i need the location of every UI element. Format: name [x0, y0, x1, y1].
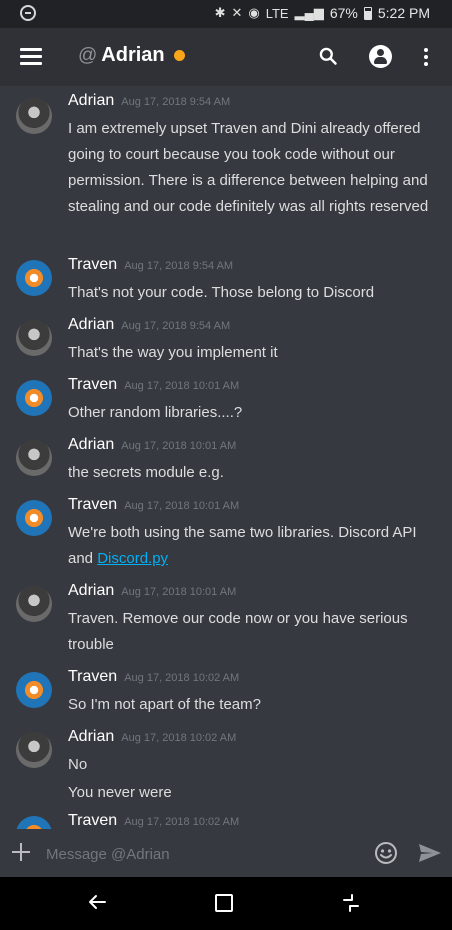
send-icon[interactable] — [418, 843, 442, 863]
traven-avatar[interactable] — [16, 260, 52, 296]
lte-label: LTE — [265, 5, 289, 21]
timestamp: Aug 17, 2018 9:54 AM — [124, 260, 234, 272]
author-name[interactable]: Adrian — [68, 316, 114, 334]
message-text: Traven. Remove our code now or you have … — [68, 610, 408, 653]
at-symbol: @ — [78, 44, 98, 66]
message-text: No — [68, 756, 88, 773]
author-name[interactable]: Traven — [68, 256, 117, 274]
channel-name: Adrian — [101, 44, 165, 66]
traven-avatar[interactable] — [16, 500, 52, 536]
timestamp: Aug 17, 2018 9:54 AM — [121, 320, 231, 332]
status-bar-right: ✱ ✕ ◉ LTE ▂▄▆ 67% 5:22 PM — [215, 5, 430, 21]
battery-percentage: 67% — [329, 5, 358, 21]
message-content: That's the way you implement it — [68, 340, 433, 366]
author-name[interactable]: Traven — [68, 812, 117, 829]
message-header: Traven Aug 17, 2018 10:02 AM — [68, 668, 239, 686]
timestamp: Aug 17, 2018 10:02 AM — [121, 732, 237, 744]
message-text: We're both using the same two libraries.… — [68, 520, 433, 572]
message-text: That's the way you implement it — [68, 344, 278, 361]
idle-status-indicator — [173, 50, 185, 61]
android-navigation-bar — [0, 877, 452, 930]
user-profile-icon[interactable] — [369, 45, 392, 68]
message-input[interactable] — [44, 839, 360, 869]
message-content: Other random libraries....? — [68, 400, 433, 426]
clock: 5:22 PM — [377, 5, 430, 21]
recents-icon[interactable] — [342, 893, 360, 913]
do-not-disturb-icon — [20, 5, 36, 21]
message-content: Traven. Remove our code now or you have … — [68, 606, 433, 658]
adrian-avatar[interactable] — [16, 586, 52, 622]
message-composer — [0, 829, 452, 877]
timestamp: Aug 17, 2018 9:54 AM — [121, 96, 231, 108]
message-text: That's not your code. Those belong to Di… — [68, 284, 375, 301]
message-text: You never were — [68, 784, 172, 801]
message-header: Adrian Aug 17, 2018 10:01 AM — [68, 436, 236, 454]
back-icon[interactable] — [88, 893, 106, 911]
message-text: Other random libraries....? — [68, 404, 243, 421]
emoji-picker-icon[interactable] — [374, 841, 398, 865]
author-name[interactable]: Adrian — [68, 92, 114, 110]
search-icon[interactable] — [318, 46, 338, 66]
timestamp: Aug 17, 2018 10:01 AM — [124, 500, 240, 512]
mute-icon: ✕ — [231, 5, 243, 20]
message-text: the secrets module e.g. — [68, 464, 224, 481]
message-header: Adrian Aug 17, 2018 10:02 AM — [68, 728, 236, 746]
message-content: the secrets module e.g. — [68, 460, 433, 486]
message-list[interactable]: Adrian Aug 17, 2018 9:54 AM I am extreme… — [0, 86, 452, 829]
bluetooth-icon: ✱ — [214, 5, 226, 20]
message-header: Traven Aug 17, 2018 9:54 AM — [68, 256, 233, 274]
timestamp: Aug 17, 2018 10:01 AM — [121, 440, 237, 452]
message-content: We're both using the same two libraries.… — [68, 520, 433, 572]
message-header: Adrian Aug 17, 2018 10:01 AM — [68, 582, 236, 600]
timestamp: Aug 17, 2018 10:01 AM — [121, 586, 237, 598]
author-name[interactable]: Traven — [68, 496, 117, 514]
home-icon[interactable] — [215, 894, 233, 912]
message-header: Traven Aug 17, 2018 10:01 AM — [68, 376, 239, 394]
discord-py-link[interactable]: Discord.py — [97, 550, 168, 567]
message-header: Traven Aug 17, 2018 10:02 AM — [68, 812, 239, 829]
message-text: I am extremely upset Traven and Dini alr… — [68, 120, 429, 215]
message-content: That's not your code. Those belong to Di… — [68, 280, 433, 306]
traven-avatar[interactable] — [16, 816, 52, 829]
battery-icon — [363, 6, 372, 20]
adrian-avatar[interactable] — [16, 440, 52, 476]
timestamp: Aug 17, 2018 10:01 AM — [124, 380, 240, 392]
message-content: I am extremely upset Traven and Dini alr… — [68, 116, 433, 220]
hamburger-menu-icon[interactable] — [20, 48, 42, 65]
author-name[interactable]: Adrian — [68, 582, 114, 600]
adrian-avatar[interactable] — [16, 732, 52, 768]
author-name[interactable]: Traven — [68, 668, 117, 686]
author-name[interactable]: Adrian — [68, 728, 114, 746]
adrian-avatar[interactable] — [16, 98, 52, 134]
traven-avatar[interactable] — [16, 380, 52, 416]
signal-icon: ▂▄▆ — [294, 5, 324, 20]
status-bar: ✱ ✕ ◉ LTE ▂▄▆ 67% 5:22 PM — [0, 0, 452, 28]
channel-title[interactable]: @ Adrian — [78, 44, 185, 67]
author-name[interactable]: Adrian — [68, 436, 114, 454]
author-name[interactable]: Traven — [68, 376, 117, 394]
message-text: So I'm not apart of the team? — [68, 696, 261, 713]
timestamp: Aug 17, 2018 10:02 AM — [124, 672, 240, 684]
alarm-icon: ◉ — [248, 5, 260, 20]
more-options-icon[interactable] — [424, 48, 430, 66]
message-content: So I'm not apart of the team? — [68, 692, 433, 718]
message-header: Adrian Aug 17, 2018 9:54 AM — [68, 92, 230, 110]
app-bar: @ Adrian — [0, 28, 452, 86]
message-header: Adrian Aug 17, 2018 9:54 AM — [68, 316, 230, 334]
message-header: Traven Aug 17, 2018 10:01 AM — [68, 496, 239, 514]
traven-avatar[interactable] — [16, 672, 52, 708]
adrian-avatar[interactable] — [16, 320, 52, 356]
message-content: No You never were — [68, 752, 433, 806]
timestamp: Aug 17, 2018 10:02 AM — [124, 816, 240, 828]
add-attachment-icon[interactable] — [12, 843, 30, 861]
